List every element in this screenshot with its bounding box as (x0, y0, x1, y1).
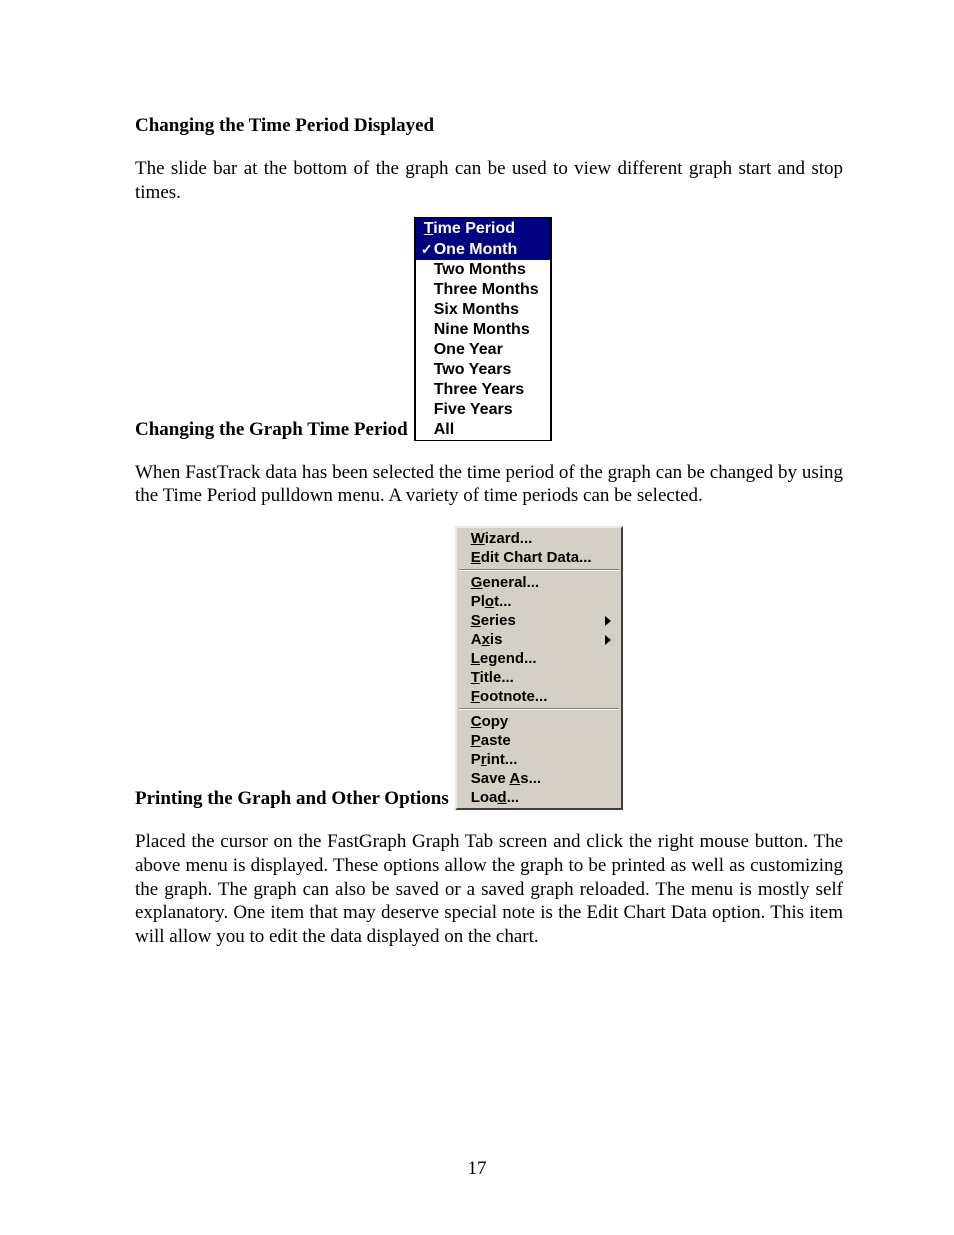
time-period-item[interactable]: All (416, 420, 550, 440)
mnemonic-underline: d (497, 789, 506, 806)
context-menu-item[interactable]: Series (457, 611, 621, 630)
mnemonic-underline: T (471, 669, 480, 686)
context-menu-item-label: Series (471, 612, 516, 629)
para-slide-bar: The slide bar at the bottom of the graph… (135, 157, 843, 205)
time-period-item[interactable]: Two Months (416, 260, 550, 280)
time-period-menu: Time Period ✓One MonthTwo MonthsThree Mo… (414, 217, 552, 441)
time-period-menu-header[interactable]: Time Period (416, 218, 550, 240)
context-menu-item[interactable]: Save As... (457, 769, 621, 788)
context-menu-item-label: Edit Chart Data... (471, 549, 592, 566)
heading-graph-time-period: Changing the Graph Time Period (135, 419, 408, 442)
time-period-item[interactable]: Three Months (416, 280, 550, 300)
mnemonic-underline: S (471, 612, 481, 629)
context-menu-item[interactable]: Paste (457, 731, 621, 750)
context-menu-item-label: Axis (471, 631, 503, 648)
context-menu-item[interactable]: Wizard... (457, 529, 621, 548)
para-printing: Placed the cursor on the FastGraph Graph… (135, 830, 843, 949)
time-period-item-label: All (434, 421, 454, 439)
mnemonic-underline: A (509, 770, 520, 787)
mnemonic-underline: T (424, 220, 433, 237)
time-period-item[interactable]: Six Months (416, 300, 550, 320)
time-period-item-label: One Year (434, 341, 503, 359)
time-period-item[interactable]: ✓One Month (416, 240, 550, 260)
header-rest: ime Period (433, 220, 515, 237)
context-menu-item-label: Wizard... (471, 530, 533, 547)
time-period-item-label: One Month (434, 241, 518, 259)
context-menu-item[interactable]: Title... (457, 668, 621, 687)
context-menu-item-label: Plot... (471, 593, 512, 610)
para-fasttrack: When FastTrack data has been selected th… (135, 461, 843, 509)
page-number: 17 (0, 1158, 954, 1180)
heading-time-period-displayed: Changing the Time Period Displayed (135, 115, 843, 137)
heading-printing-options: Printing the Graph and Other Options (135, 788, 449, 811)
time-period-item[interactable]: Three Years (416, 380, 550, 400)
menu-separator (459, 569, 619, 571)
context-menu-item[interactable]: Legend... (457, 649, 621, 668)
context-menu: Wizard... Edit Chart Data... General... Plo… (455, 526, 623, 810)
context-menu-item-label: Print... (471, 751, 518, 768)
mnemonic-underline: L (471, 650, 480, 667)
menu-separator (459, 708, 619, 710)
mnemonic-underline: o (485, 593, 494, 610)
time-period-item-label: Two Years (434, 361, 512, 379)
check-icon: ✓ (420, 241, 434, 258)
mnemonic-underline: x (482, 631, 490, 648)
time-period-item-label: Three Years (434, 381, 524, 399)
time-period-item-label: Two Months (434, 261, 526, 279)
mnemonic-underline: F (471, 688, 480, 705)
time-period-item[interactable]: One Year (416, 340, 550, 360)
context-menu-item-label: Save As... (471, 770, 541, 787)
mnemonic-underline: E (471, 549, 481, 566)
mnemonic-underline: P (471, 732, 481, 749)
time-period-item-label: Five Years (434, 401, 513, 419)
context-menu-item[interactable]: General... (457, 573, 621, 592)
time-period-item-label: Six Months (434, 301, 519, 319)
context-menu-item-label: Paste (471, 732, 511, 749)
context-menu-item[interactable]: Load... (457, 788, 621, 807)
time-period-item[interactable]: Five Years (416, 400, 550, 420)
submenu-arrow-icon (605, 616, 611, 626)
mnemonic-underline: W (471, 530, 485, 547)
context-menu-item[interactable]: Edit Chart Data... (457, 548, 621, 567)
time-period-item[interactable]: Nine Months (416, 320, 550, 340)
context-menu-item[interactable]: Footnote... (457, 687, 621, 706)
context-menu-item-label: Load... (471, 789, 519, 806)
context-menu-item[interactable]: Copy (457, 712, 621, 731)
context-menu-item[interactable]: Plot... (457, 592, 621, 611)
time-period-item-label: Nine Months (434, 321, 530, 339)
page: Changing the Time Period Displayed The s… (0, 0, 954, 1235)
context-menu-item-label: Footnote... (471, 688, 548, 705)
time-period-item[interactable]: Two Years (416, 360, 550, 380)
mnemonic-underline: C (471, 713, 482, 730)
context-menu-item[interactable]: Axis (457, 630, 621, 649)
context-menu-item-label: Title... (471, 669, 514, 686)
context-menu-item-label: Copy (471, 713, 509, 730)
context-menu-item-label: Legend... (471, 650, 537, 667)
submenu-arrow-icon (605, 635, 611, 645)
context-menu-item-label: General... (471, 574, 539, 591)
time-period-item-label: Three Months (434, 281, 539, 299)
context-menu-item[interactable]: Print... (457, 750, 621, 769)
mnemonic-underline: G (471, 574, 483, 591)
